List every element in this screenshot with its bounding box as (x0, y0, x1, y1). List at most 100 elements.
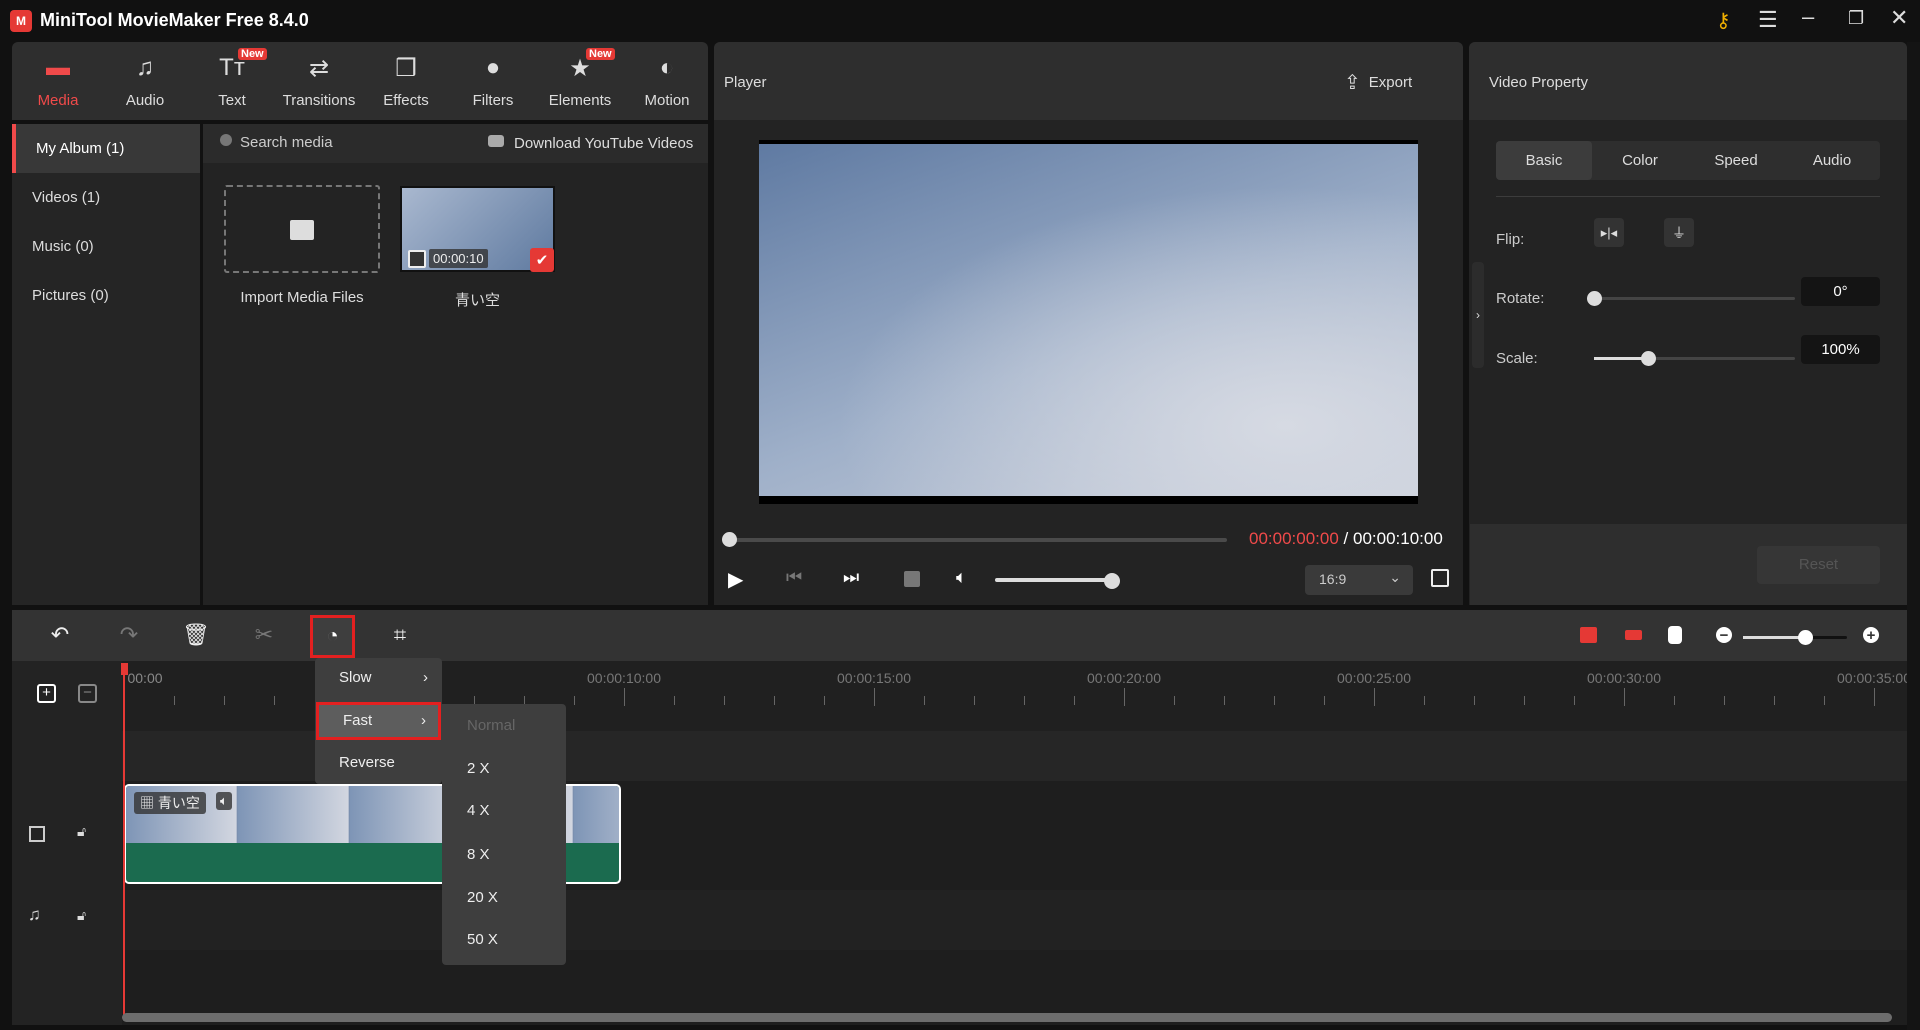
ruler-tick (1674, 696, 1675, 705)
seek-thumb[interactable] (722, 532, 737, 547)
submenu-4x[interactable]: 4 X (442, 791, 566, 831)
redo-icon[interactable]: ↷ (112, 622, 146, 648)
search-icon (220, 134, 232, 146)
next-frame-icon[interactable]: ⏭ (843, 567, 859, 588)
fullscreen-icon[interactable] (1431, 569, 1449, 587)
chevron-right-icon: › (423, 669, 428, 686)
tab-basic[interactable]: Basic (1496, 141, 1592, 180)
collapse-panel-handle[interactable]: › (1472, 262, 1484, 368)
fast-submenu: Normal 2 X 4 X 8 X 20 X 50 X (442, 704, 566, 965)
submenu-20x[interactable]: 20 X (442, 878, 566, 918)
undo-icon[interactable]: ↶ (43, 622, 77, 648)
seek-bar[interactable] (730, 538, 1227, 542)
play-icon[interactable]: ▶ (728, 567, 743, 592)
download-youtube-button[interactable]: Download YouTube Videos (514, 135, 693, 152)
crop-icon[interactable]: ⌗ (383, 622, 417, 648)
add-track-icon[interactable]: + (37, 684, 56, 703)
youtube-download-icon (488, 135, 504, 147)
folder-icon: ▬ (46, 54, 70, 81)
rotate-value-input[interactable]: 0° (1801, 277, 1880, 306)
sidebar-item[interactable]: Videos (1) (12, 173, 200, 222)
player-title: Player (724, 74, 767, 91)
tab-speed[interactable]: Speed (1688, 141, 1784, 180)
key-icon[interactable]: ⚷ (1716, 8, 1731, 33)
tab-effects[interactable]: ❒ Effects (366, 54, 446, 109)
remove-track-icon[interactable]: − (78, 684, 97, 703)
tab-label: Motion (644, 92, 690, 109)
volume-slider[interactable] (995, 578, 1112, 582)
export-button[interactable]: ⇪ Export (1344, 70, 1412, 95)
submenu-8x[interactable]: 8 X (442, 835, 566, 875)
split-marker-icon[interactable] (1625, 630, 1642, 640)
tab-label: Transitions (282, 92, 356, 109)
search-input[interactable]: Search media (240, 134, 333, 151)
media-thumbnail[interactable]: 00:00:10 ✔ (400, 186, 555, 272)
ruler-tick (1074, 696, 1075, 705)
right-edge (1907, 42, 1920, 1030)
audio-track-icon: ♫ (28, 905, 41, 924)
export-label: Export (1368, 74, 1413, 91)
playhead[interactable] (123, 663, 125, 1016)
clip-volume-icon[interactable]: 🔈︎ (216, 792, 232, 810)
menu-icon[interactable]: ☰ (1758, 7, 1778, 33)
playhead-handle[interactable] (121, 663, 128, 675)
zoom-in-icon[interactable]: + (1863, 627, 1879, 644)
video-track-lock-icon[interactable]: 🔓︎ (77, 823, 86, 840)
menu-item-slow[interactable]: Slow › (315, 658, 442, 698)
zoom-out-icon[interactable]: − (1716, 627, 1732, 644)
horizontal-scrollbar[interactable] (122, 1013, 1892, 1022)
ruler-tick (1174, 696, 1175, 705)
volume-thumb[interactable] (1104, 573, 1120, 589)
ruler-tick (1874, 688, 1875, 706)
aspect-ratio-select[interactable]: 16:9 ⌄ (1305, 565, 1413, 595)
volume-icon[interactable]: 🔈︎ (956, 567, 967, 588)
tab-audio[interactable]: ♫ Audio (105, 54, 185, 109)
previous-frame-icon[interactable]: ⏮ (786, 567, 802, 588)
minimize-icon[interactable]: – (1802, 4, 1814, 30)
audio-wave-icon[interactable] (1668, 626, 1682, 644)
tab-color[interactable]: Color (1592, 141, 1688, 180)
tab-label: Media (37, 92, 79, 109)
tab-text[interactable]: Tт Text New (192, 48, 272, 109)
audio-track-lock-icon[interactable]: 🔓︎ (77, 907, 86, 924)
tab-media[interactable]: ▬ Media (18, 54, 98, 109)
import-media-button[interactable] (224, 185, 380, 273)
speed-button[interactable]: ◔ (310, 615, 355, 658)
submenu-2x[interactable]: 2 X (442, 749, 566, 789)
flip-vertical-button[interactable]: ⏚ (1664, 218, 1694, 247)
ruler-tick (974, 696, 975, 705)
delete-icon[interactable]: 🗑︎ (179, 622, 213, 648)
rotate-thumb[interactable] (1587, 291, 1602, 306)
ruler-tick (1024, 696, 1025, 705)
ruler-tick (574, 696, 575, 705)
tab-audio[interactable]: Audio (1784, 141, 1880, 180)
tab-filters[interactable]: ● Filters (453, 54, 533, 109)
ruler-tick (674, 696, 675, 705)
divider (1496, 196, 1880, 197)
ruler-tick (224, 696, 225, 705)
stop-icon[interactable] (904, 571, 920, 587)
flip-horizontal-button[interactable]: ▸|◂ (1594, 218, 1624, 247)
close-icon[interactable]: ✕ (1890, 5, 1908, 31)
tab-elements[interactable]: ★ Elements New (540, 48, 620, 109)
ruler-tick (924, 696, 925, 705)
menu-item-fast[interactable]: Fast › (316, 702, 441, 740)
reset-button[interactable]: Reset (1757, 546, 1880, 584)
chevron-right-icon: › (421, 712, 426, 729)
sidebar-item[interactable]: Pictures (0) (12, 271, 200, 320)
tab-motion[interactable]: ◐ Motion (627, 54, 707, 109)
sidebar-item[interactable]: Music (0) (12, 222, 200, 271)
ruler-label: 00:00:20:00 (1087, 670, 1161, 686)
menu-item-reverse[interactable]: Reverse (315, 743, 442, 783)
scale-value-input[interactable]: 100% (1801, 335, 1880, 364)
ruler-label: 00:00 (127, 670, 163, 686)
sidebar-item[interactable]: My Album (1) (12, 124, 200, 173)
submenu-50x[interactable]: 50 X (442, 920, 566, 960)
timeline-toolbar (12, 610, 1907, 661)
rotate-slider[interactable] (1594, 297, 1795, 300)
film-icon (408, 250, 426, 268)
tab-transitions[interactable]: ⇄ Transitions (279, 54, 359, 109)
maximize-icon[interactable]: ❐ (1848, 8, 1864, 29)
split-scissors-icon[interactable]: ✂ (247, 622, 281, 648)
fit-to-timeline-icon[interactable] (1580, 627, 1597, 643)
